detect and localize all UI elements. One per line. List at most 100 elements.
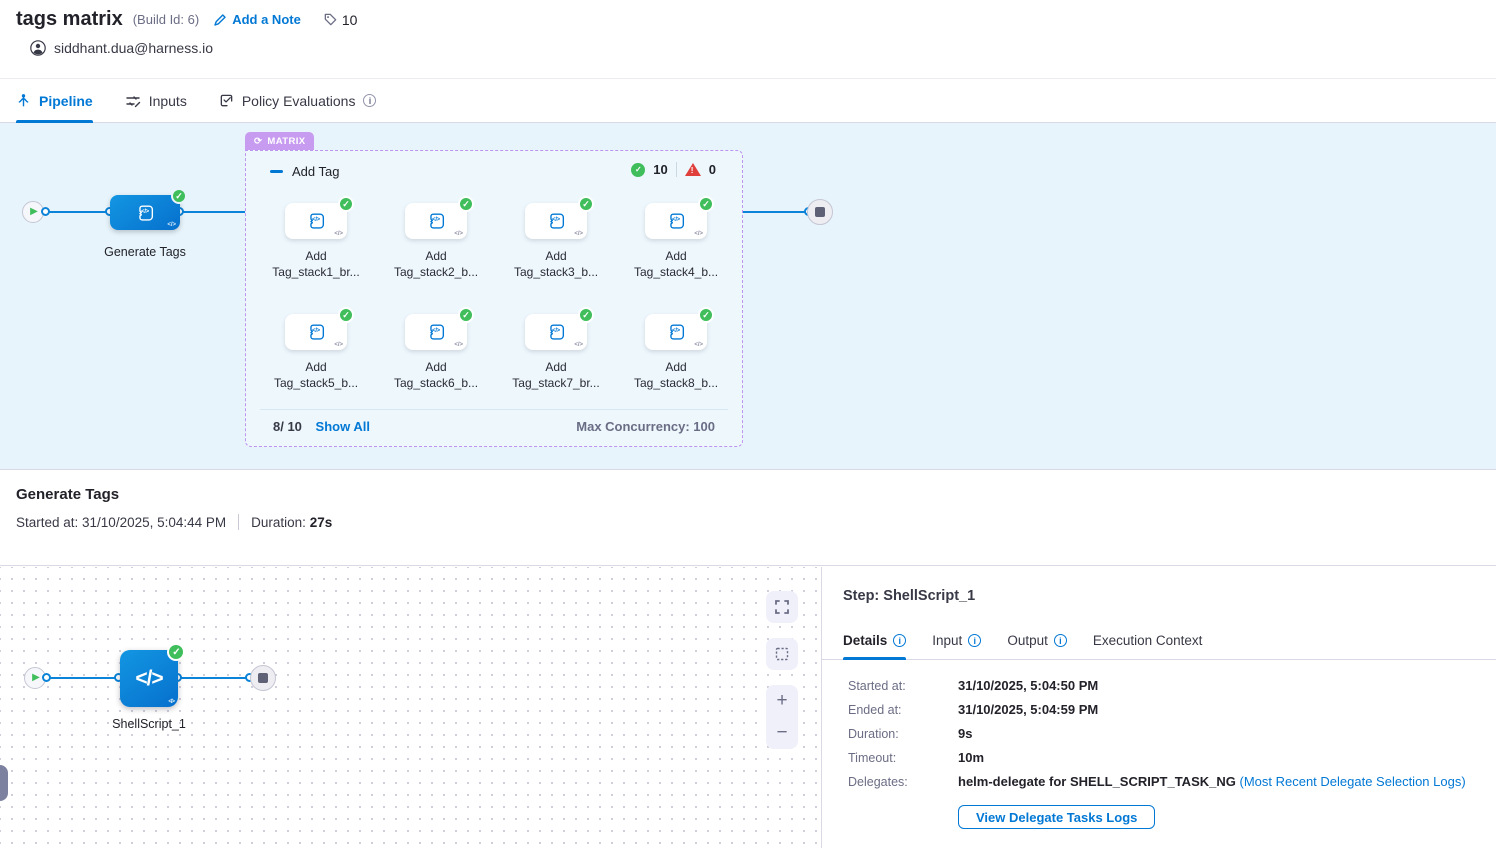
- step-graph-canvas[interactable]: ▶ </> ✓ </> ShellScript_1: [0, 567, 822, 848]
- stage-node-generate-tags[interactable]: </> ✓ </>: [110, 195, 180, 230]
- tab-details[interactable]: Details i: [843, 622, 906, 659]
- tab-inputs[interactable]: Inputs: [125, 79, 187, 122]
- matrix-step-label: AddTag_stack1_br...: [261, 248, 371, 280]
- mini-code-icon: </>: [168, 699, 174, 705]
- mini-code-icon: </>: [334, 342, 343, 348]
- detail-row-duration: Duration: 9s: [848, 727, 1466, 741]
- output-info-icon[interactable]: i: [1054, 634, 1067, 647]
- success-check-icon: ✓: [578, 307, 594, 323]
- matrix-cell: </> ✓ </> AddTag_stack7_br...: [501, 314, 611, 391]
- stop-icon: [258, 673, 268, 683]
- tab-output[interactable]: Output i: [1007, 622, 1067, 659]
- input-info-icon[interactable]: i: [968, 634, 981, 647]
- matrix-footer: 8/ 10 Show All Max Concurrency: 100: [273, 419, 715, 434]
- mini-code-icon: </>: [574, 342, 583, 348]
- triggered-by: siddhant.dua@harness.io: [30, 40, 213, 56]
- matrix-cell: </> ✓ </> AddTag_stack6_b...: [381, 314, 491, 391]
- divider: [260, 409, 728, 410]
- stage-node-label: Generate Tags: [75, 245, 215, 259]
- matrix-step-label: AddTag_stack4_b...: [621, 248, 731, 280]
- show-all-link[interactable]: Show All: [316, 419, 370, 434]
- fullscreen-button[interactable]: [766, 591, 798, 623]
- matrix-step-label: AddTag_stack8_b...: [621, 359, 731, 391]
- script-step-icon: </>: [305, 321, 327, 343]
- tags-count-badge[interactable]: 10: [323, 12, 358, 28]
- matrix-step-node[interactable]: </> ✓ </>: [405, 314, 467, 350]
- success-check-icon: ✓: [578, 196, 594, 212]
- view-delegate-tasks-logs-button[interactable]: View Delegate Tasks Logs: [958, 805, 1155, 829]
- step-node-shellscript[interactable]: </> ✓ </>: [120, 650, 178, 707]
- max-concurrency: Max Concurrency: 100: [576, 419, 715, 434]
- policy-info-icon[interactable]: i: [363, 94, 376, 107]
- matrix-step-label: AddTag_stack3_b...: [501, 248, 611, 280]
- page-title: tags matrix: [16, 8, 123, 31]
- detail-row-delegates: Delegates: helm-delegate for SHELL_SCRIP…: [848, 775, 1466, 789]
- success-check-icon: ✓: [338, 307, 354, 323]
- tab-policy-evaluations[interactable]: Policy Evaluations i: [219, 79, 377, 122]
- success-check-icon: ✓: [698, 196, 714, 212]
- stage-info-title: Generate Tags: [16, 486, 119, 503]
- pipeline-canvas: ▶ </> ✓ </> Generate Tags ⟳ MATRIX Add T…: [0, 123, 1496, 470]
- tab-execution-context[interactable]: Execution Context: [1093, 622, 1203, 659]
- user-email: siddhant.dua@harness.io: [54, 40, 213, 56]
- matrix-step-node[interactable]: </> ✓ </>: [285, 314, 347, 350]
- mini-code-icon: </>: [167, 222, 176, 228]
- edge: [178, 677, 252, 679]
- pipeline-icon: [16, 93, 31, 108]
- matrix-cell: </> ✓ </> AddTag_stack3_b...: [501, 203, 611, 280]
- mini-code-icon: </>: [574, 231, 583, 237]
- play-icon: ▶: [30, 207, 38, 217]
- zoom-out-button[interactable]: −: [766, 717, 798, 749]
- step-node-label: ShellScript_1: [79, 717, 219, 731]
- step-details-panel: Step: ShellScript_1 Details i Input i Ou…: [822, 567, 1496, 848]
- delegate-name: helm-delegate for SHELL_SCRIPT_TASK_NG: [958, 774, 1239, 789]
- step-detail-rows: Started at: 31/10/2025, 5:04:50 PM Ended…: [848, 679, 1466, 799]
- shellscript-icon: </>: [135, 667, 162, 691]
- step-panel-tabbar: Details i Input i Output i Execution Con…: [822, 622, 1496, 660]
- tab-pipeline[interactable]: Pipeline: [16, 79, 93, 122]
- main-tabbar: Pipeline Inputs Policy Evaluations i: [0, 78, 1496, 123]
- panel-expand-handle[interactable]: [0, 765, 8, 801]
- tab-input[interactable]: Input i: [932, 622, 981, 659]
- script-step-icon: </>: [425, 210, 447, 232]
- failure-count: 0: [709, 162, 716, 177]
- zoom-in-button[interactable]: +: [766, 685, 798, 717]
- policy-check-icon: [219, 93, 234, 108]
- matrix-step-label: AddTag_stack2_b...: [381, 248, 491, 280]
- matrix-cell: </> ✓ </> AddTag_stack8_b...: [621, 314, 731, 391]
- port: [41, 207, 50, 216]
- tag-icon: [323, 12, 338, 27]
- success-check-icon: ✓: [171, 188, 187, 204]
- mini-code-icon: </>: [454, 231, 463, 237]
- matrix-step-node[interactable]: </> ✓ </>: [645, 203, 707, 239]
- delegate-selection-logs-link[interactable]: (Most Recent Delegate Selection Logs): [1239, 774, 1465, 789]
- details-info-icon[interactable]: i: [893, 634, 906, 647]
- select-area-button[interactable]: [766, 638, 798, 670]
- matrix-step-node[interactable]: </> ✓ </>: [405, 203, 467, 239]
- success-check-icon: ✓: [167, 643, 185, 661]
- pipeline-end-node: [807, 199, 833, 225]
- script-step-icon: </>: [545, 321, 567, 343]
- fullscreen-icon: [774, 599, 790, 615]
- stage-info-strip: Generate Tags Started at: 31/10/2025, 5:…: [0, 470, 1496, 566]
- collapse-minus-icon[interactable]: [270, 170, 283, 173]
- port: [42, 673, 51, 682]
- matrix-cell: </> ✓ </> AddTag_stack4_b...: [621, 203, 731, 280]
- mini-code-icon: </>: [454, 342, 463, 348]
- matrix-step-node[interactable]: </> ✓ </>: [645, 314, 707, 350]
- success-check-icon: ✓: [458, 307, 474, 323]
- matrix-step-node[interactable]: </> ✓ </>: [285, 203, 347, 239]
- matrix-step-label: AddTag_stack6_b...: [381, 359, 491, 391]
- stop-icon: [815, 207, 825, 217]
- execution-page: tags matrix (Build Id: 6) Add a Note 10 …: [0, 0, 1496, 848]
- matrix-step-label: AddTag_stack7_br...: [501, 359, 611, 391]
- stage-started-at: Started at: 31/10/2025, 5:04:44 PM: [16, 515, 226, 530]
- script-stage-icon: </>: [134, 202, 156, 224]
- matrix-step-node[interactable]: </> ✓ </>: [525, 314, 587, 350]
- success-count: 10: [653, 162, 667, 177]
- divider: [676, 162, 677, 177]
- matrix-step-node[interactable]: </> ✓ </>: [525, 203, 587, 239]
- stage-meta: Started at: 31/10/2025, 5:04:44 PM Durat…: [16, 514, 332, 530]
- loop-icon: ⟳: [254, 136, 262, 147]
- add-note-button[interactable]: Add a Note: [213, 12, 301, 27]
